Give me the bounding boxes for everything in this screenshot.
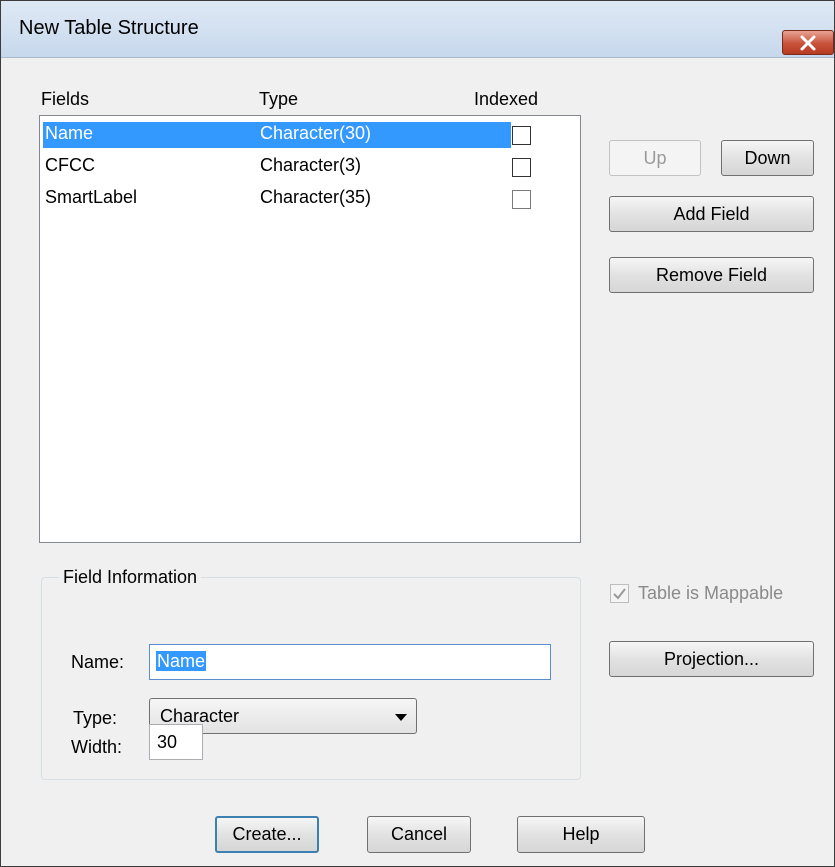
list-item[interactable]: SmartLabel Character(35) (40, 184, 580, 214)
width-label: Width: (71, 737, 123, 757)
mappable-label: Table is Mappable (638, 583, 784, 603)
width-value: 30 (157, 732, 178, 752)
field-type: Character(30) (260, 123, 372, 143)
cancel-button[interactable]: Cancel (367, 816, 471, 853)
projection-button[interactable]: Projection... (609, 641, 814, 677)
close-icon (800, 35, 816, 50)
fields-list[interactable]: Name Character(30) CFCC Character(3) Sma… (39, 115, 581, 543)
help-button[interactable]: Help (517, 816, 645, 853)
indexed-checkbox[interactable] (512, 190, 531, 209)
indexed-checkbox[interactable] (512, 158, 531, 177)
field-information-title: Field Information (59, 567, 202, 588)
field-name: CFCC (45, 155, 95, 175)
list-item[interactable]: Name Character(30) (40, 120, 580, 150)
create-button[interactable]: Create... (215, 816, 319, 853)
width-field[interactable]: 30 (149, 724, 203, 760)
close-button[interactable] (782, 30, 834, 55)
check-icon (613, 588, 626, 600)
add-field-button[interactable]: Add Field (609, 196, 814, 232)
field-type: Character(3) (260, 155, 362, 175)
title-bar: New Table Structure (1, 1, 834, 58)
list-item[interactable]: CFCC Character(3) (40, 152, 580, 182)
mappable-checkbox[interactable] (610, 584, 629, 603)
up-button[interactable]: Up (609, 140, 701, 176)
column-header-indexed: Indexed (474, 89, 539, 109)
column-header-type: Type (259, 89, 299, 109)
chevron-down-icon (395, 714, 407, 721)
column-header-fields: Fields (41, 89, 90, 109)
name-value: Name (156, 651, 207, 671)
field-type: Character(35) (260, 187, 372, 207)
type-label: Type: (73, 708, 118, 728)
remove-field-button[interactable]: Remove Field (609, 257, 814, 293)
field-name: SmartLabel (45, 187, 138, 207)
indexed-checkbox[interactable] (512, 126, 531, 145)
name-field[interactable]: Name (149, 644, 551, 680)
field-name: Name (45, 123, 94, 143)
down-button[interactable]: Down (721, 140, 814, 176)
new-table-structure-dialog: New Table Structure Fields Type Indexed … (0, 0, 835, 867)
name-label: Name: (71, 652, 125, 672)
dialog-title: New Table Structure (19, 17, 199, 39)
